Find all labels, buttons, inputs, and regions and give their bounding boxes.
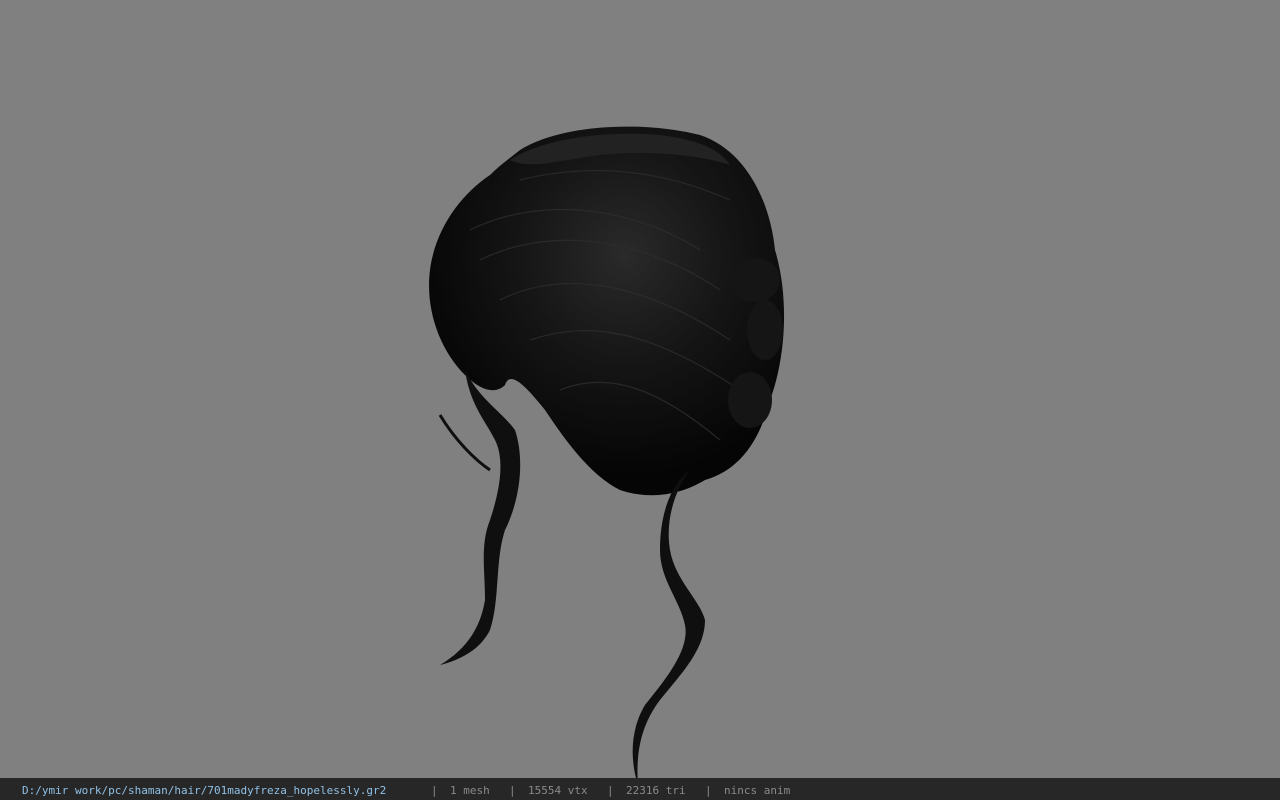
hair-left-strand (440, 370, 521, 665)
hair-right-strand (632, 470, 705, 778)
hair-model-render (429, 126, 785, 778)
status-bar: D:/ymir work/pc/shaman/hair/701madyfreza… (0, 778, 1280, 800)
file-path-label: D:/ymir work/pc/shaman/hair/701madyfreza… (22, 784, 387, 797)
hair-bun-mass (429, 126, 785, 496)
vertex-count-label: 15554 vtx (528, 784, 588, 797)
separator: | (705, 784, 712, 797)
mesh-count-label: 1 mesh (450, 784, 490, 797)
separator: | (607, 784, 614, 797)
3d-viewport[interactable] (0, 0, 1280, 778)
separator: | (509, 784, 516, 797)
animation-label: nincs anim (724, 784, 791, 797)
triangle-count-label: 22316 tri (626, 784, 686, 797)
separator: | (431, 784, 438, 797)
